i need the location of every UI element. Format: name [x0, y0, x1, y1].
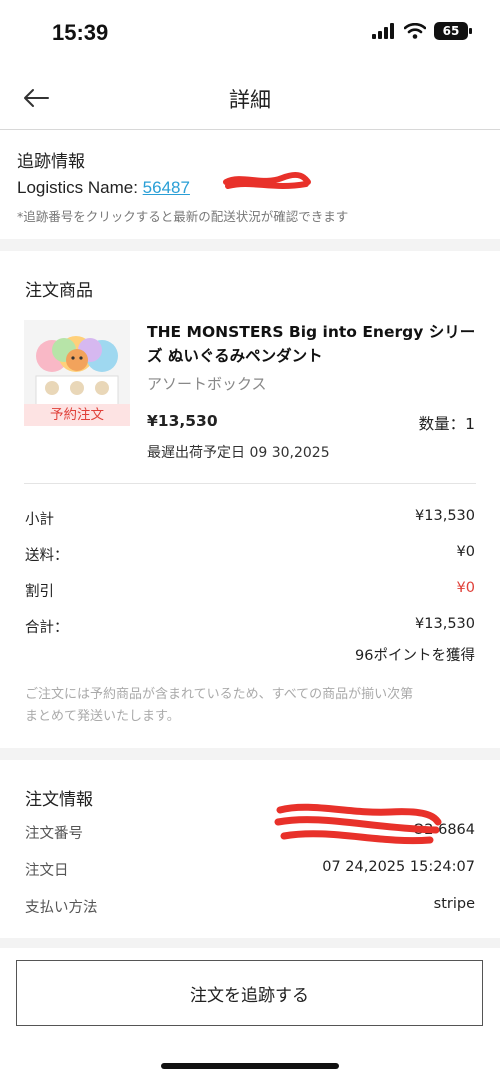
info-label: 支払い方法 — [25, 900, 98, 916]
status-time: 15:39 — [52, 20, 109, 45]
nav-bar: 詳細 — [0, 70, 500, 130]
info-label: 注文日 — [25, 863, 69, 879]
battery-icon: 65 — [434, 22, 472, 40]
payment-method-value: stripe — [433, 896, 475, 912]
product-image[interactable]: 予約注文 — [24, 320, 130, 426]
product-price: ¥13,530 — [147, 412, 218, 430]
summary-label: 合計： — [25, 620, 69, 636]
page-title: 詳細 — [229, 88, 271, 112]
divider — [24, 483, 476, 484]
tracking-section: 追跡情報 Logistics Name: 56487 *追跡番号をクリックすると… — [0, 131, 500, 239]
order-info-title: 注文情報 — [25, 790, 93, 810]
order-date-value: 07 24,2025 15:24:07 — [322, 859, 475, 875]
notice-line: ご注文には予約商品が含まれているため、すべての商品が揃い次第 — [25, 687, 414, 702]
quantity-label: 数量： — [418, 415, 466, 433]
summary-label: 送料： — [25, 548, 69, 564]
logistics-label: Logistics Name: — [17, 178, 138, 197]
info-label: 注文番号 — [25, 826, 83, 842]
summary-value: ¥13,530 — [415, 508, 475, 524]
summary-value: ¥0 — [456, 580, 475, 596]
status-icons: 65 — [372, 22, 472, 40]
logistics-row: Logistics Name: 56487 — [17, 178, 483, 198]
wifi-icon — [404, 23, 426, 39]
summary-label: 小計 — [25, 512, 54, 528]
preorder-notice: ご注文には予約商品が含まれているため、すべての商品が揃い次第 まとめて発送いたし… — [25, 684, 475, 728]
ship-date: 最遅出荷予定日 09 30,2025 — [147, 442, 330, 462]
order-date-row: 注文日 07 24,2025 15:24:07 — [25, 859, 475, 881]
ship-date-value: 09 30,2025 — [249, 445, 330, 461]
section-gap — [0, 748, 500, 760]
section-gap — [0, 239, 500, 251]
summary-row-total: 合計： ¥13,530 — [25, 616, 475, 638]
summary-row-discount: 割引 ¥0 — [25, 580, 475, 602]
order-items-title: 注文商品 — [25, 281, 93, 301]
summary-value: ¥13,530 — [415, 616, 475, 632]
summary-value: ¥0 — [456, 544, 475, 560]
tracking-number-link[interactable]: 56487 — [143, 178, 190, 197]
order-number-row: 注文番号 O2 6864 — [25, 822, 475, 844]
cellular-signal-icon — [372, 23, 394, 39]
product-variant: アソートボックス — [147, 375, 267, 393]
payment-method-row: 支払い方法 stripe — [25, 896, 475, 918]
notice-line: まとめて発送いたします。 — [25, 709, 180, 724]
product-name[interactable]: THE MONSTERS Big into Energy シリーズ ぬいぐるみペ… — [147, 320, 477, 368]
home-indicator — [161, 1063, 339, 1069]
summary-row-shipping: 送料： ¥0 — [25, 544, 475, 566]
product-quantity: 数量：1 — [419, 412, 475, 434]
points-earned: 96ポイントを獲得 — [355, 648, 475, 664]
ship-date-label: 最遅出荷予定日 — [147, 445, 245, 461]
tracking-note: *追跡番号をクリックすると最新の配送状況が確認できます — [17, 209, 349, 224]
tracking-title: 追跡情報 — [17, 152, 85, 172]
summary-row-subtotal: 小計 ¥13,530 — [25, 508, 475, 530]
preorder-badge: 予約注文 — [50, 407, 104, 423]
status-bar: 15:39 65 — [0, 0, 500, 70]
points-row: 96ポイントを獲得 — [25, 644, 475, 666]
section-gap — [0, 938, 500, 948]
order-number-value[interactable]: O2 6864 — [413, 822, 475, 838]
track-order-button[interactable]: 注文を追跡する — [16, 960, 483, 1026]
quantity-value: 1 — [465, 415, 475, 433]
summary-label: 割引 — [25, 584, 54, 600]
